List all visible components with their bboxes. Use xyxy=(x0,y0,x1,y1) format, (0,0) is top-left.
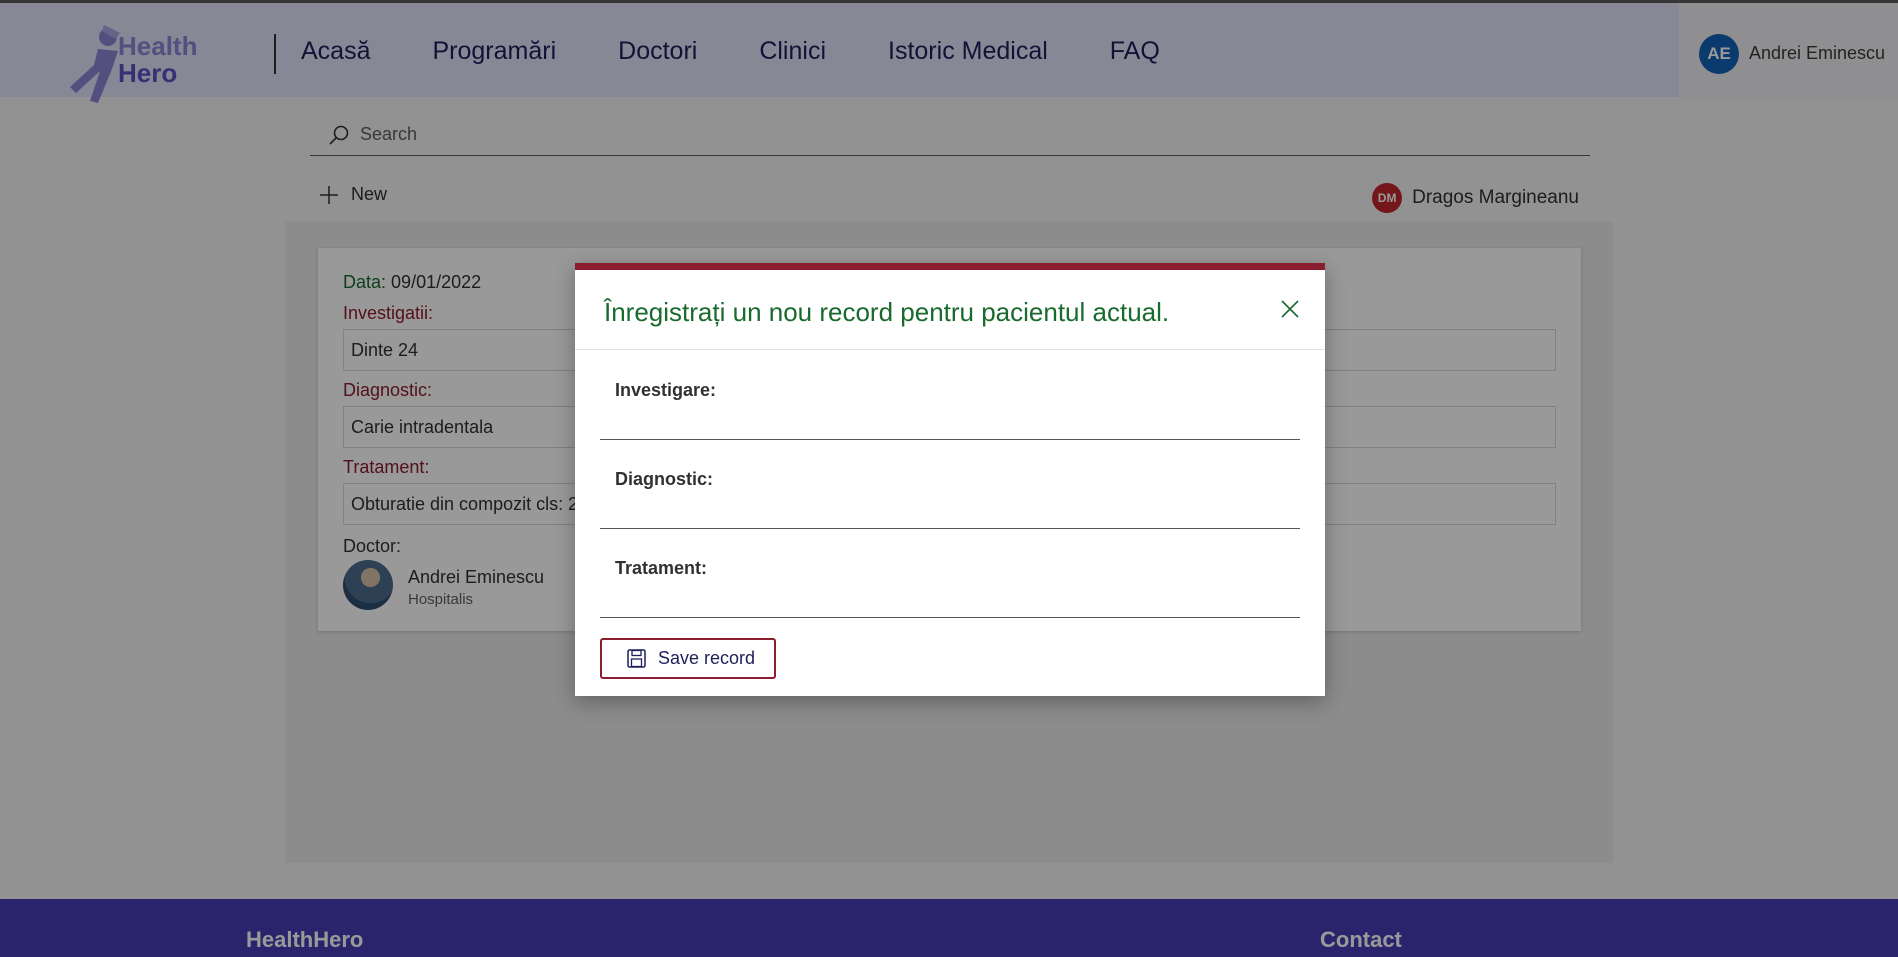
save-record-label: Save record xyxy=(658,648,756,668)
diagnostic-input[interactable] xyxy=(615,499,1285,525)
dialog-header: Înregistrați un nou record pentru pacien… xyxy=(575,270,1325,350)
tratament-input[interactable] xyxy=(615,588,1285,614)
diagnostic-label: Diagnostic: xyxy=(615,469,714,489)
new-record-dialog: Înregistrați un nou record pentru pacien… xyxy=(575,263,1325,696)
close-icon[interactable] xyxy=(1281,300,1299,318)
dialog-title: Înregistrați un nou record pentru pacien… xyxy=(604,297,1170,327)
tratament-field: Tratament: xyxy=(600,558,1300,618)
investigare-field: Investigare: xyxy=(600,380,1300,440)
investigare-input[interactable] xyxy=(615,410,1285,436)
save-record-button[interactable]: Save record xyxy=(600,638,776,679)
save-icon xyxy=(627,649,646,668)
tratament-label: Tratament: xyxy=(615,558,708,578)
diagnostic-field: Diagnostic: xyxy=(600,469,1300,529)
investigare-label: Investigare: xyxy=(615,380,717,400)
